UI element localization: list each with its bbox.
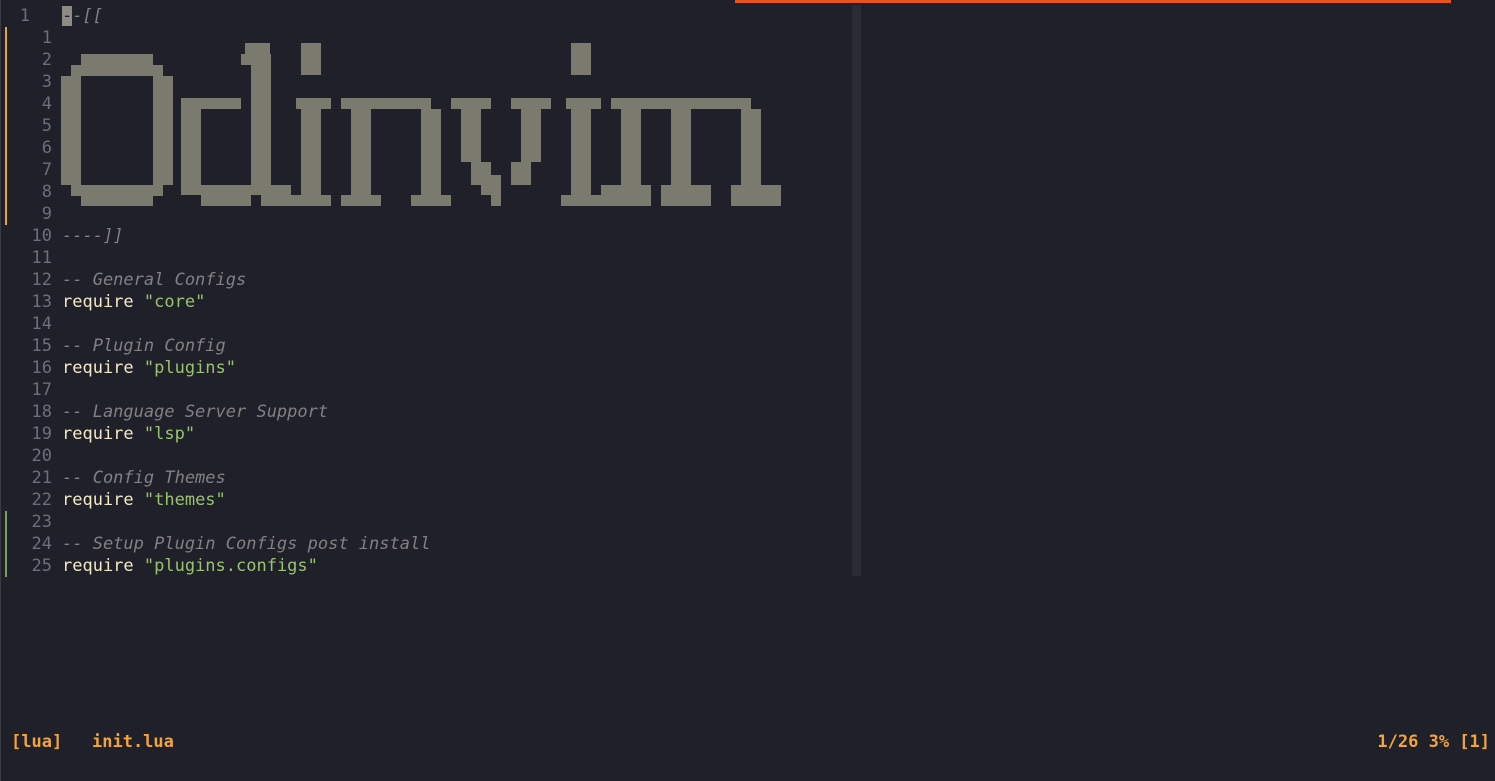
- code-token: -- Setup Plugin Configs post install: [62, 534, 431, 554]
- editor-line[interactable]: 9: [0, 203, 852, 225]
- line-content: require "lsp": [62, 423, 195, 445]
- code-token: -- Config Themes: [62, 468, 226, 488]
- editor-line[interactable]: 25 require "plugins.configs": [0, 555, 852, 577]
- code-token: "plugins.configs": [143, 556, 318, 576]
- line-number: 4: [41, 94, 52, 114]
- editor-line[interactable]: 15 -- Plugin Config: [0, 335, 852, 357]
- code-token: require: [62, 424, 144, 444]
- top-accent-bar: [735, 0, 1451, 3]
- editor-line[interactable]: 11: [0, 247, 852, 269]
- editor-line[interactable]: 21 -- Config Themes: [0, 467, 852, 489]
- code-token: "lsp": [143, 424, 196, 444]
- editor-line[interactable]: 17: [0, 379, 852, 401]
- line-content: require "plugins.configs": [62, 555, 318, 577]
- line-content: ----]]: [62, 225, 123, 247]
- line-content: -- Config Themes: [62, 467, 226, 489]
- editor-pane[interactable]: 1 --[[1 2 3 4 5 6 7 8 9 10 ----]] 11 12 -- General Con…: [0, 5, 852, 577]
- line-number: 2: [41, 50, 52, 70]
- editor-line[interactable]: 20: [0, 445, 852, 467]
- line-number: 3: [41, 72, 52, 92]
- editor-line[interactable]: 13 require "core": [0, 291, 852, 313]
- line-content: --[[: [62, 5, 103, 27]
- line-number: 14: [31, 314, 52, 334]
- split-separator[interactable]: [852, 5, 861, 576]
- line-content: require "plugins": [62, 357, 236, 379]
- line-number: 13: [31, 292, 52, 312]
- code-token: require: [62, 556, 144, 576]
- code-token: require: [62, 292, 144, 312]
- line-number: 19: [31, 424, 52, 444]
- line-content: -- Plugin Config: [62, 335, 226, 357]
- line-number: 12: [31, 270, 52, 290]
- filename-indicator: init.lua: [92, 732, 174, 752]
- editor-line[interactable]: 18 -- Language Server Support: [0, 401, 852, 423]
- editor-line[interactable]: 19 require "lsp": [0, 423, 852, 445]
- line-content: -- General Configs: [62, 269, 246, 291]
- line-number: 1: [19, 6, 30, 26]
- code-token: -[[: [72, 6, 103, 26]
- line-number: 20: [31, 446, 52, 466]
- line-number: 6: [41, 138, 52, 158]
- line-number: 7: [41, 160, 52, 180]
- line-number: 16: [31, 358, 52, 378]
- line-number: 24: [31, 534, 52, 554]
- editor-line[interactable]: 12 -- General Configs: [0, 269, 852, 291]
- editor-line[interactable]: 2: [0, 49, 852, 71]
- line-number: 21: [31, 468, 52, 488]
- code-token: require: [62, 358, 144, 378]
- line-number: 25: [31, 556, 52, 576]
- editor-line[interactable]: 24 -- Setup Plugin Configs post install: [0, 533, 852, 555]
- line-content: -- Language Server Support: [62, 401, 328, 423]
- line-number: 15: [31, 336, 52, 356]
- line-number: 8: [41, 182, 52, 202]
- editor-line[interactable]: 5: [0, 115, 852, 137]
- editor-line[interactable]: 4: [0, 93, 852, 115]
- editor-line[interactable]: 3: [0, 71, 852, 93]
- editor-line[interactable]: 22 require "themes": [0, 489, 852, 511]
- line-number: 18: [31, 402, 52, 422]
- line-content: require "themes": [62, 489, 226, 511]
- code-token: -- Plugin Config: [62, 336, 226, 356]
- line-number: 5: [41, 116, 52, 136]
- editor-line[interactable]: 10 ----]]: [0, 225, 852, 247]
- code-token: require: [62, 490, 144, 510]
- right-empty-pane[interactable]: [861, 5, 1495, 576]
- text-cursor: -: [62, 6, 73, 26]
- editor-line[interactable]: 23: [0, 511, 852, 533]
- code-token: "themes": [143, 490, 226, 510]
- line-number: 17: [31, 380, 52, 400]
- editor-line[interactable]: 14: [0, 313, 852, 335]
- code-token: "plugins": [143, 358, 237, 378]
- line-number: 23: [31, 512, 52, 532]
- editor-line[interactable]: 6: [0, 137, 852, 159]
- code-token: ----]]: [62, 226, 124, 246]
- editor-line[interactable]: 7: [0, 159, 852, 181]
- statusline: [lua] init.lua 1/26 3% [1]: [0, 730, 1495, 754]
- line-content: -- Setup Plugin Configs post install: [62, 533, 430, 555]
- line-number: 11: [31, 248, 52, 268]
- code-token: "core": [143, 292, 206, 312]
- editor-line[interactable]: 1 --[[: [0, 5, 852, 27]
- editor-line[interactable]: 8: [0, 181, 852, 203]
- line-number: 22: [31, 490, 52, 510]
- line-number: 1: [41, 28, 52, 48]
- editor-line[interactable]: 1: [0, 27, 852, 49]
- code-token: -- Language Server Support: [62, 402, 329, 422]
- editor-line[interactable]: 16 require "plugins": [0, 357, 852, 379]
- filetype-indicator: [lua]: [11, 732, 63, 752]
- line-content: require "core": [62, 291, 205, 313]
- line-number: 9: [41, 204, 52, 224]
- line-number: 10: [31, 226, 52, 246]
- code-token: -- General Configs: [62, 270, 247, 290]
- cursor-position-indicator: 1/26 3% [1]: [1377, 732, 1490, 752]
